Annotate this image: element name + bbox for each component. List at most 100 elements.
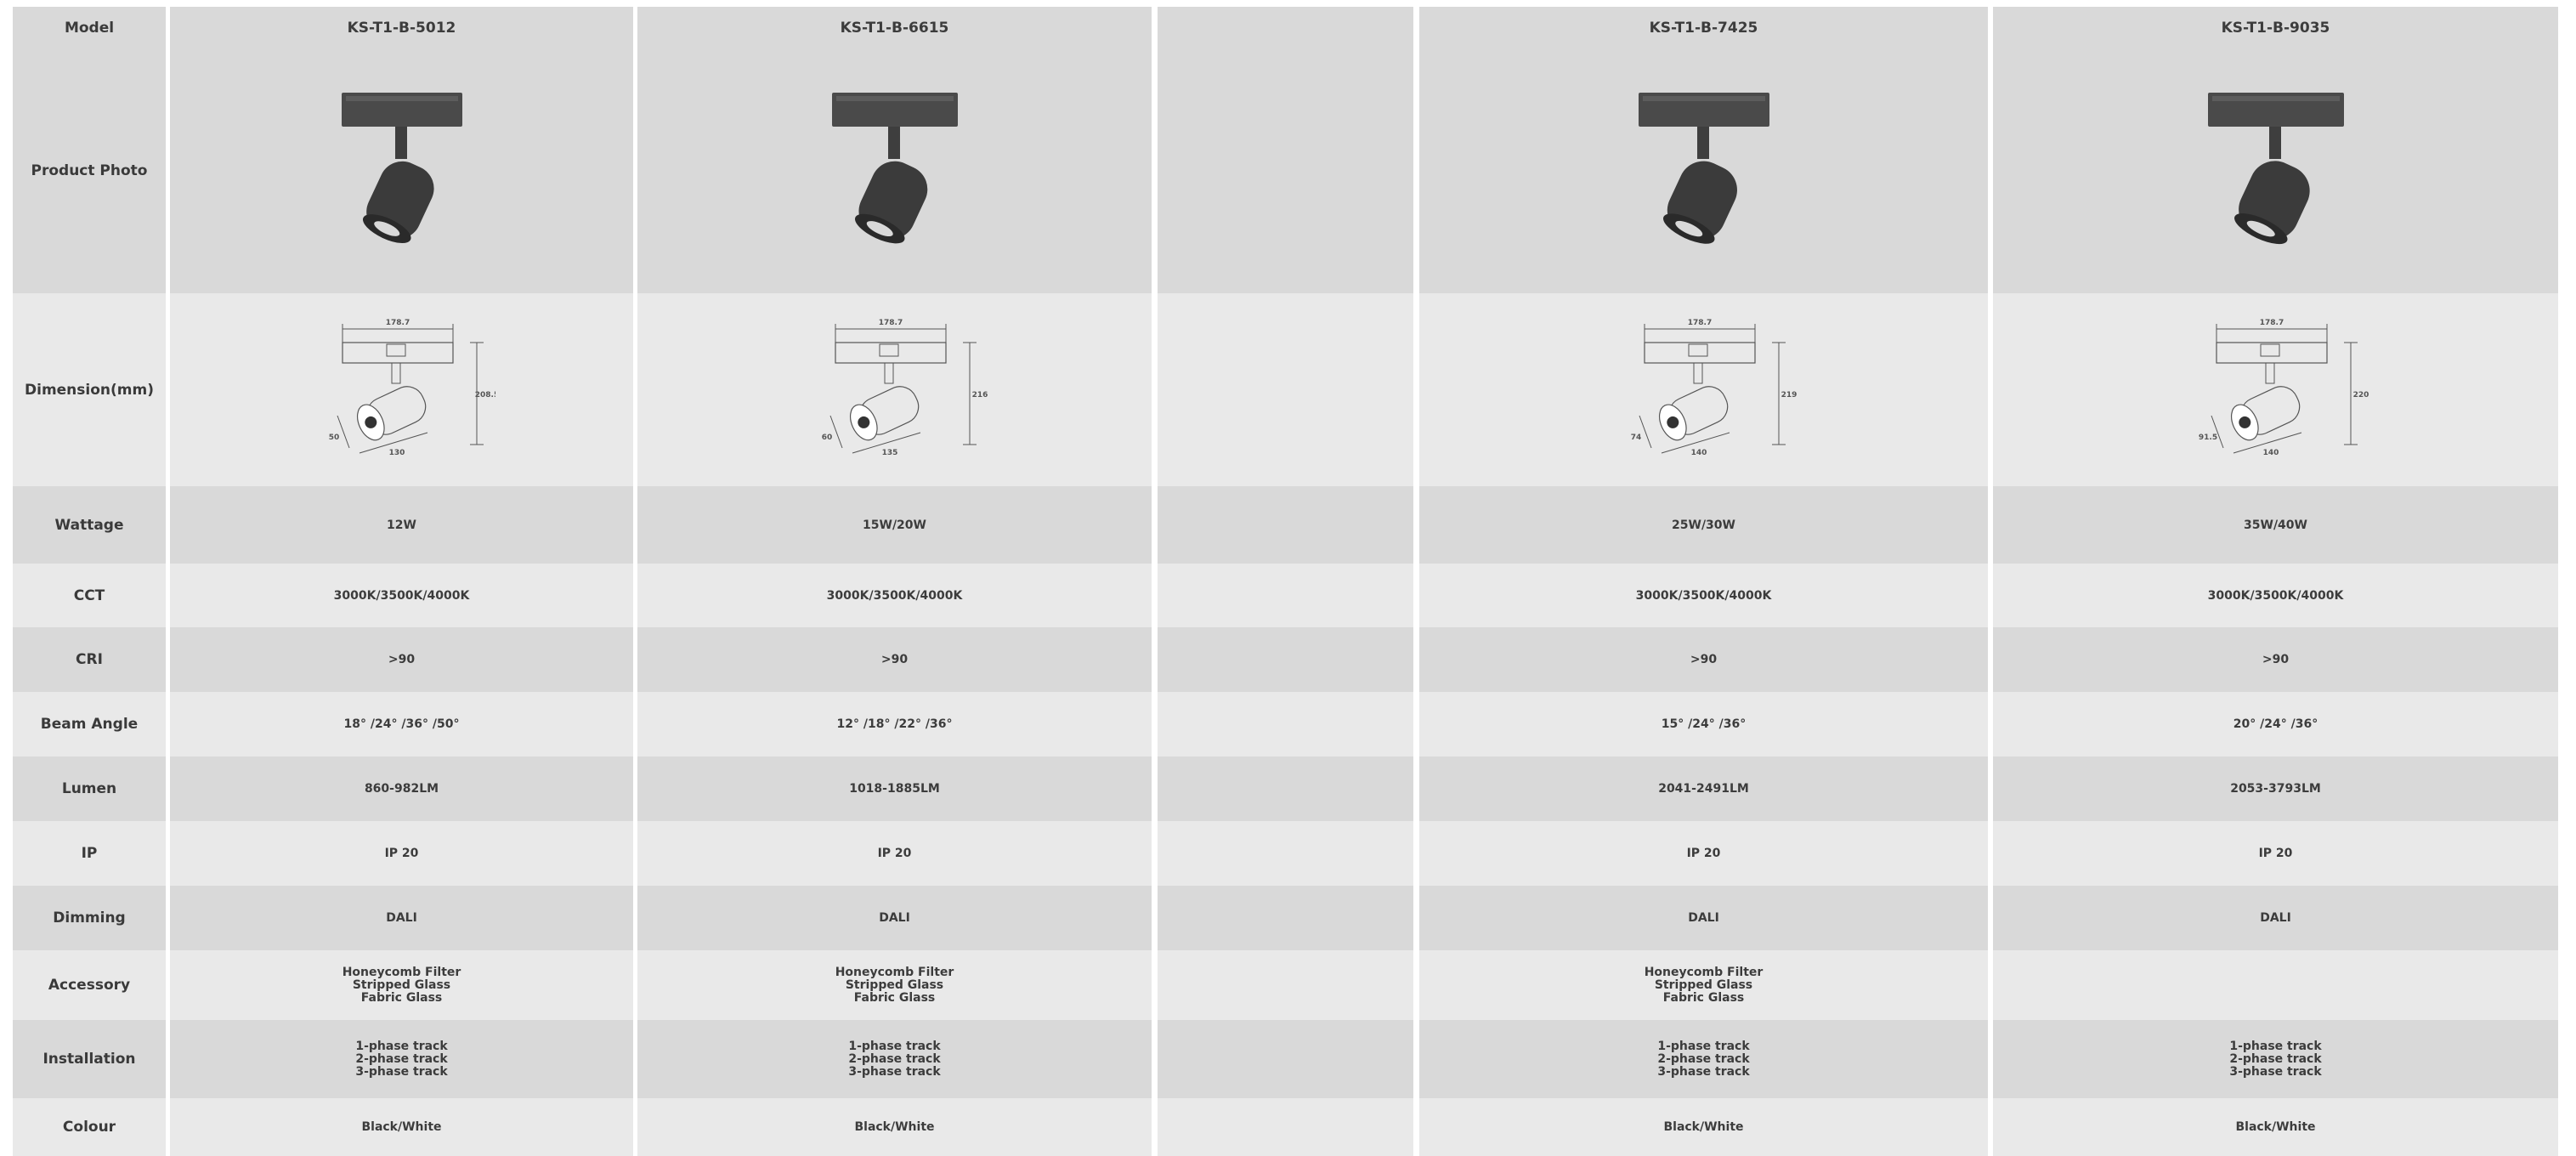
cell-installation: 1-phase track 2-phase track 3-phase track: [637, 1020, 1152, 1098]
height-label: 208.5: [474, 391, 495, 400]
cell-cct: 3000K/3500K/4000K: [637, 564, 1152, 627]
diameter-label: 50: [328, 434, 339, 442]
accessory-item: Honeycomb Filter: [835, 965, 954, 979]
diameter-label: 60: [821, 434, 832, 442]
accessory-item: Stripped Glass: [845, 978, 944, 992]
cell-beam: 20° /24° /36°: [1993, 692, 2558, 756]
cell-ip: IP 20: [170, 821, 633, 886]
accessory-item: Fabric Glass: [1662, 990, 1745, 1005]
track-adapter-top: [2211, 96, 2340, 101]
lamp-body-group: [362, 161, 434, 243]
cell-accessory: Honeycomb Filter Stripped Glass Fabric Gla…: [1419, 950, 1988, 1020]
cell-dimming: [1158, 886, 1413, 950]
lamp-stem: [887, 127, 900, 159]
accessory-item: Fabric Glass: [853, 990, 936, 1005]
track-spotlight-photo: [831, 93, 958, 244]
diameter-label: 74: [1630, 434, 1641, 442]
dimension-drawing: 178.7 219 74 140: [1630, 319, 1797, 457]
installation-item: 2-phase track: [2229, 1051, 2322, 1066]
cell-accessory: [1993, 950, 2558, 1020]
cell-colour: Black/White: [1419, 1098, 1988, 1156]
stem-outline: [391, 362, 400, 383]
cell-beam: 12° /18° /22° /36°: [637, 692, 1152, 756]
cell-photo: [1419, 48, 1988, 293]
cell-cct: 3000K/3500K/4000K: [170, 564, 633, 627]
lamp-stem: [2268, 127, 2281, 159]
track-clip: [1688, 343, 1707, 356]
cell-wattage: [1158, 486, 1413, 564]
length-label: 140: [1690, 449, 1707, 457]
track-clip: [386, 343, 405, 356]
cell-cri: >90: [1993, 627, 2558, 692]
cell-wattage: 15W/20W: [637, 486, 1152, 564]
cell-beam: [1158, 692, 1413, 756]
cell-colour: Black/White: [637, 1098, 1152, 1156]
track-outline: [2215, 341, 2328, 364]
cell-colour: [1158, 1098, 1413, 1156]
installation-item: 2-phase track: [355, 1051, 448, 1066]
stem-outline: [884, 362, 893, 383]
width-label: 178.7: [1687, 319, 1711, 327]
diameter-dimension-line: [1639, 415, 1651, 448]
cell-lumen: 2041-2491LM: [1419, 756, 1988, 821]
lamp-body-group: [854, 161, 927, 244]
installation-item: 3-phase track: [355, 1064, 448, 1079]
height-label: 216: [971, 391, 988, 400]
cell-photo: [1993, 48, 2558, 293]
accessory-item: Honeycomb Filter: [342, 965, 461, 979]
track-adapter-top: [835, 96, 954, 101]
track-adapter-top: [345, 96, 458, 101]
diameter-dimension-line: [2211, 415, 2223, 448]
cell-colour: Black/White: [170, 1098, 633, 1156]
cell-dimension: 178.7 208.5 50 130: [170, 293, 633, 486]
dimension-drawing: 178.7 220 91.5 140: [2198, 319, 2369, 457]
cell-colour: Black/White: [1993, 1098, 2558, 1156]
cell-accessory: Honeycomb Filter Stripped Glass Fabric Gla…: [637, 950, 1152, 1020]
row-label-lumen: Lumen: [13, 756, 166, 821]
row-label-colour: Colour: [13, 1098, 166, 1156]
cell-model: KS-T1-B-7425: [1419, 7, 1988, 48]
cell-installation: [1158, 1020, 1413, 1098]
cell-cct: 3000K/3500K/4000K: [1419, 564, 1988, 627]
cell-cri: [1158, 627, 1413, 692]
lamp-body-group: [2233, 161, 2310, 245]
track-outline: [341, 341, 454, 364]
cell-dimension: 178.7 216 60 135: [637, 293, 1152, 486]
cell-ip: IP 20: [637, 821, 1152, 886]
row-label-accessory: Accessory: [13, 950, 166, 1020]
cell-wattage: 12W: [170, 486, 633, 564]
cell-cri: >90: [1419, 627, 1988, 692]
row-label-model: Model: [13, 7, 166, 48]
stem-outline: [1693, 362, 1702, 383]
installation-item: 3-phase track: [1657, 1064, 1750, 1079]
cell-photo: [170, 48, 633, 293]
cell-installation: 1-phase track 2-phase track 3-phase track: [170, 1020, 633, 1098]
accessory-item: Stripped Glass: [1654, 978, 1753, 992]
lamp-stem: [1696, 127, 1709, 159]
lamp-stem: [394, 127, 407, 159]
spec-table: Model KS-T1-B-5012 KS-T1-B-6615 KS-T1-B-742…: [0, 0, 2576, 1156]
cell-accessory: [1158, 950, 1413, 1020]
installation-item: 3-phase track: [2229, 1064, 2322, 1079]
height-label: 220: [2352, 391, 2369, 400]
installation-item: 2-phase track: [1657, 1051, 1750, 1066]
cell-lumen: 1018-1885LM: [637, 756, 1152, 821]
row-label-cri: CRI: [13, 627, 166, 692]
cell-cct: 3000K/3500K/4000K: [1993, 564, 2558, 627]
row-label-ip: IP: [13, 821, 166, 886]
row-label-wattage: Wattage: [13, 486, 166, 564]
diameter-dimension-line: [829, 415, 842, 448]
installation-item: 1-phase track: [355, 1039, 448, 1053]
row-label-beam: Beam Angle: [13, 692, 166, 756]
cell-lumen: [1158, 756, 1413, 821]
installation-item: 3-phase track: [848, 1064, 941, 1079]
height-label: 219: [1781, 391, 1797, 400]
width-label: 178.7: [2259, 319, 2283, 327]
track-spotlight-photo: [341, 93, 462, 243]
cell-dimming: DALI: [637, 886, 1152, 950]
lamp-body-group: [1662, 161, 1737, 244]
cell-model: KS-T1-B-5012: [170, 7, 633, 48]
width-label: 178.7: [878, 319, 902, 327]
diameter-dimension-line: [337, 415, 349, 448]
cell-ip: [1158, 821, 1413, 886]
